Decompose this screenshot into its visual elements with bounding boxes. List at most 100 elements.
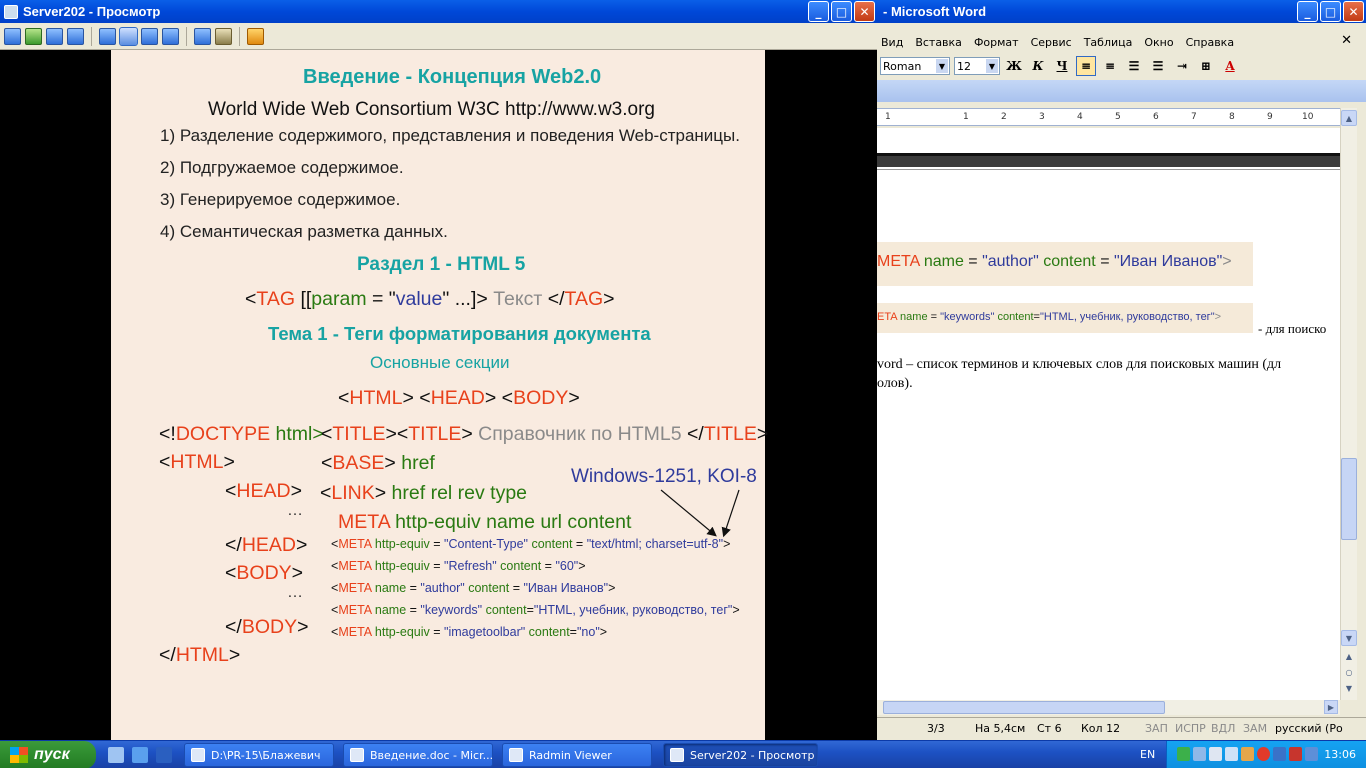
disconnect-icon[interactable] <box>247 27 264 45</box>
status-page: 3/3 <box>927 722 945 735</box>
tray-volume-icon[interactable] <box>1225 747 1238 761</box>
radmin-view-icon <box>670 748 684 762</box>
word-status-bar: 3/3 На 5,4см Ст 6 Кол 12 ЗАП ИСПР ВДЛ ЗА… <box>877 717 1366 739</box>
menu-window[interactable]: Окно <box>1144 36 1173 49</box>
media-player-icon[interactable] <box>156 747 172 763</box>
paragraph-line-2: олов). <box>877 376 913 391</box>
meta-example-row: <META http-equiv = "imagetoolbar" conten… <box>331 625 608 639</box>
vertical-scrollbar[interactable]: ▲ ▼ ▲ ○ ▼ <box>1340 108 1357 700</box>
word-minimize-button[interactable]: _ <box>1297 1 1318 22</box>
underline-button[interactable]: Ч <box>1052 56 1072 76</box>
prev-page-icon[interactable]: ▲ <box>1341 648 1357 664</box>
keywords-suffix-text: - для поиско <box>1258 321 1327 336</box>
scroll-up-icon[interactable]: ▲ <box>1341 110 1357 126</box>
font-size-select[interactable]: 12 ▼ <box>954 57 1000 75</box>
tray-app-icon[interactable] <box>1177 747 1190 761</box>
clipboard-icon[interactable] <box>194 27 211 45</box>
text-chat-icon[interactable] <box>67 27 84 45</box>
numbered-list-icon[interactable]: ☰ <box>1124 56 1144 76</box>
menu-table[interactable]: Таблица <box>1084 36 1133 49</box>
browse-object-icon[interactable]: ○ <box>1341 664 1357 680</box>
tray-opera-icon[interactable] <box>1257 747 1270 761</box>
status-rec[interactable]: ЗАП <box>1145 722 1168 735</box>
ruler-mark: 2 <box>1001 112 1007 122</box>
meta-author-image: META name = "author" content = "Иван Ива… <box>877 242 1253 286</box>
ruler-mark: 5 <box>1115 112 1121 122</box>
presentation-slide: Введение - Концепция Web2.0 World Wide W… <box>111 50 768 740</box>
scroll-down-icon[interactable]: ▼ <box>1341 630 1357 646</box>
align-center-icon[interactable]: ≡ <box>1100 56 1120 76</box>
bullet-list-icon[interactable]: ☰ <box>1148 56 1168 76</box>
page-header-bar <box>877 153 1340 167</box>
document-close-icon[interactable]: ✕ <box>1341 33 1352 48</box>
tray-update-icon[interactable] <box>1241 747 1254 761</box>
file-transfer-icon[interactable] <box>25 27 42 45</box>
show-desktop-icon[interactable] <box>108 747 124 763</box>
tray-connection-icon[interactable] <box>1305 747 1318 761</box>
h-scroll-thumb[interactable] <box>883 701 1165 714</box>
scroll-right-icon[interactable]: ▶ <box>1324 700 1338 714</box>
minimize-button[interactable]: _ <box>808 1 829 22</box>
stretch-mode-icon[interactable] <box>119 26 138 46</box>
radmin-window: Server202 - Просмотр _ □ ✕ Введение - Ко… <box>0 0 877 740</box>
internet-explorer-icon[interactable] <box>132 747 148 763</box>
status-column: Кол 12 <box>1081 722 1121 735</box>
task-server202[interactable]: Server202 - Просмотр <box>663 743 818 767</box>
radmin-title-bar[interactable]: Server202 - Просмотр _ □ ✕ <box>0 0 877 23</box>
toolbar-divider <box>91 26 92 46</box>
status-position: На 5,4см <box>975 722 1026 735</box>
horizontal-ruler[interactable]: 1 1 2 3 4 5 6 7 8 9 10 <box>877 108 1340 126</box>
next-page-icon[interactable]: ▼ <box>1341 680 1357 696</box>
menu-view[interactable]: Вид <box>881 36 903 49</box>
ruler-mark: 1 <box>885 112 891 122</box>
fit-screen-icon[interactable] <box>162 27 179 45</box>
borders-icon[interactable]: ⊞ <box>1196 56 1216 76</box>
font-color-button[interactable]: A <box>1220 56 1240 76</box>
menu-help[interactable]: Справка <box>1186 36 1234 49</box>
radmin-toolbar <box>0 23 877 50</box>
fullscreen-icon[interactable] <box>141 27 158 45</box>
window-mode-icon[interactable] <box>99 27 116 45</box>
italic-button[interactable]: К <box>1028 56 1048 76</box>
scroll-thumb[interactable] <box>1341 458 1357 540</box>
status-extend[interactable]: ВДЛ <box>1211 722 1235 735</box>
word-title-bar[interactable]: - Microsoft Word _ □ ✕ <box>877 0 1366 23</box>
bold-button[interactable]: Ж <box>1004 56 1024 76</box>
maximize-button[interactable]: □ <box>831 1 852 22</box>
settings-tools-icon[interactable] <box>215 27 232 45</box>
document-area[interactable]: META name = "author" content = "Иван Ива… <box>877 128 1340 700</box>
meta-keywords-image: ETA name = "keywords" content="HTML, уче… <box>877 303 1253 333</box>
word-doc-icon <box>350 748 364 762</box>
font-name-select[interactable]: Roman ▼ <box>880 57 950 75</box>
tray-monitor-icon[interactable] <box>1209 747 1222 761</box>
tray-network-icon[interactable] <box>1193 747 1206 761</box>
align-left-icon[interactable]: ≡ <box>1076 56 1096 76</box>
meta-example-row: <META name = "keywords" content="HTML, у… <box>331 603 740 617</box>
ruler-mark: 7 <box>1191 112 1197 122</box>
ruler-mark: 10 <box>1302 112 1314 122</box>
language-indicator[interactable]: EN <box>1140 748 1155 761</box>
task-radmin-viewer[interactable]: Radmin Viewer <box>502 743 652 767</box>
word-maximize-button[interactable]: □ <box>1320 1 1341 22</box>
menu-tools[interactable]: Сервис <box>1031 36 1072 49</box>
chevron-down-icon: ▼ <box>936 59 948 73</box>
close-button[interactable]: ✕ <box>854 1 875 22</box>
tray-antivirus-icon[interactable] <box>1289 747 1302 761</box>
tray-calendar-icon[interactable] <box>1273 747 1286 761</box>
task-word[interactable]: Введение.doc - Micr... <box>343 743 493 767</box>
voice-chat-icon[interactable] <box>46 27 63 45</box>
connect-icon[interactable] <box>4 27 21 45</box>
radmin-app-icon <box>4 4 18 19</box>
paragraph-line-1: vord – список терминов и ключевых слов д… <box>877 357 1282 372</box>
word-close-button[interactable]: ✕ <box>1343 1 1364 22</box>
indent-icon[interactable]: ⇥ <box>1172 56 1192 76</box>
horizontal-scrollbar[interactable]: ▶ <box>877 700 1340 715</box>
menu-format[interactable]: Формат <box>974 36 1019 49</box>
folder-icon <box>191 748 205 762</box>
status-track[interactable]: ИСПР <box>1175 722 1206 735</box>
menu-insert[interactable]: Вставка <box>915 36 962 49</box>
status-overtype[interactable]: ЗАМ <box>1243 722 1267 735</box>
task-explorer[interactable]: D:\PR-15\Блажевич <box>184 743 334 767</box>
radmin-title: Server202 - Просмотр <box>23 4 161 19</box>
start-button[interactable]: пуск <box>0 741 96 768</box>
